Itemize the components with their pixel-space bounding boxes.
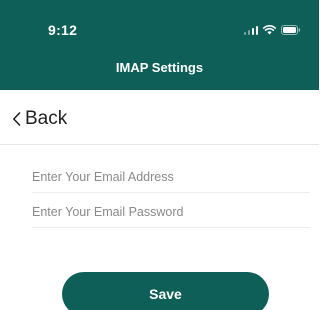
app-header: 9:12 IMAP Settings xyxy=(0,0,319,90)
imap-settings-screen: 9:12 IMAP Settings Back Enter Your Email… xyxy=(0,0,319,310)
password-input[interactable] xyxy=(32,197,310,227)
save-button[interactable]: Save xyxy=(62,272,269,310)
navigation-bar: Back xyxy=(0,90,319,145)
email-input[interactable] xyxy=(32,162,310,192)
back-button[interactable]: Back xyxy=(12,108,67,130)
password-field xyxy=(32,197,310,228)
chevron-left-icon xyxy=(13,112,21,126)
page-title: IMAP Settings xyxy=(115,60,204,75)
back-label: Back xyxy=(25,108,68,129)
email-field xyxy=(32,162,310,193)
wifi-icon xyxy=(263,25,276,35)
battery-icon xyxy=(281,25,301,35)
signal-icon xyxy=(243,25,258,35)
status-bar-time: 9:12 xyxy=(48,22,78,38)
status-bar-icons xyxy=(243,24,302,36)
